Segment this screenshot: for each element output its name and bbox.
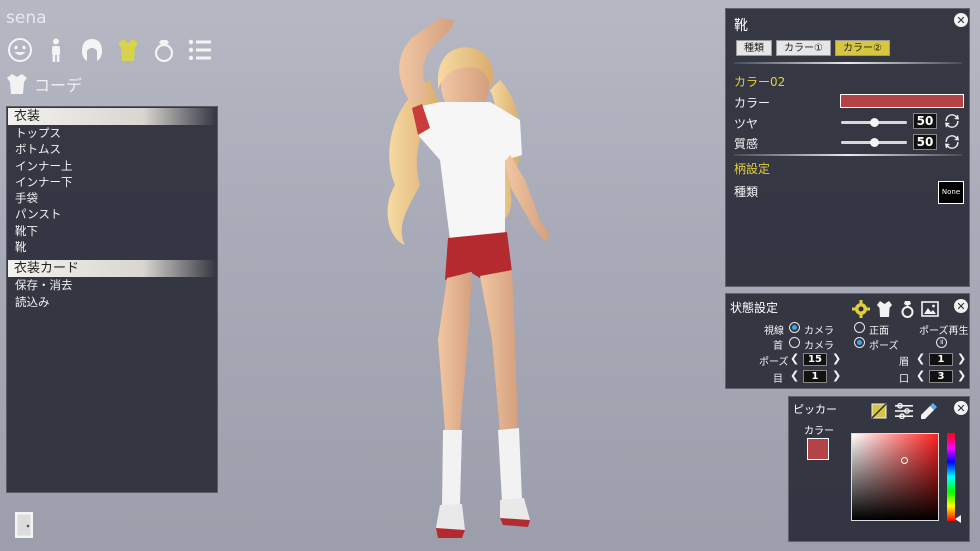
- accessory-state-icon[interactable]: [900, 300, 915, 318]
- shoes-panel: 靴 ✕ 種類 カラー① カラー② カラー02 カラー ツヤ 50 質感 50 柄…: [725, 8, 970, 287]
- eyebrow-label: 眉: [899, 357, 909, 368]
- menu-item-inner-top[interactable]: インナー上: [8, 158, 216, 174]
- tab-type[interactable]: 種類: [736, 40, 772, 56]
- eyebrow-next-icon[interactable]: ❯: [957, 353, 966, 365]
- divider: [734, 154, 962, 156]
- accessory-icon[interactable]: [150, 36, 178, 64]
- panel-title: 状態設定: [730, 301, 779, 315]
- pattern-type-label: 種類: [734, 185, 759, 199]
- menu-item-tops[interactable]: トップス: [8, 125, 216, 141]
- mouth-next-icon[interactable]: ❯: [957, 370, 966, 382]
- clothing-state-icon[interactable]: [876, 300, 893, 318]
- neck-label: 首: [773, 341, 783, 352]
- neck-pose-label: ポーズ: [869, 341, 899, 352]
- menu-section-clothing: 衣装: [8, 108, 216, 125]
- neck-pose-radio[interactable]: [854, 337, 865, 348]
- gaze-front-radio[interactable]: [854, 322, 865, 333]
- section-pattern: 柄設定: [734, 162, 771, 176]
- gloss-reset-icon[interactable]: [944, 113, 960, 129]
- tab-color-1[interactable]: カラー①: [776, 40, 831, 56]
- shoes-tabs: 種類 カラー① カラー②: [736, 40, 890, 56]
- gaze-label: 視線: [764, 326, 784, 337]
- pose-label: ポーズ: [759, 357, 789, 368]
- gloss-label: ツヤ: [734, 117, 759, 131]
- eyedropper-icon[interactable]: [920, 402, 938, 420]
- close-icon[interactable]: ✕: [954, 299, 968, 313]
- face-icon[interactable]: [6, 36, 34, 64]
- texture-reset-icon[interactable]: [944, 134, 960, 150]
- pose-value[interactable]: 15: [803, 353, 827, 366]
- settings-list-icon[interactable]: [186, 36, 214, 64]
- gaze-camera-radio[interactable]: [789, 322, 800, 333]
- panel-title: 靴: [734, 18, 748, 34]
- shirt-icon: [7, 74, 27, 94]
- hue-slider[interactable]: [947, 433, 955, 521]
- hair-icon[interactable]: [78, 36, 106, 64]
- pose-next-icon[interactable]: ❯: [832, 353, 841, 365]
- divider: [734, 62, 962, 64]
- eye-label: 目: [773, 374, 783, 385]
- shoe-color-swatch[interactable]: [840, 94, 964, 108]
- texture-slider-thumb[interactable]: [870, 138, 879, 147]
- gloss-slider-thumb[interactable]: [870, 118, 879, 127]
- character-name: sena: [6, 8, 47, 28]
- menu-item-bottoms[interactable]: ボトムス: [8, 141, 216, 157]
- hue-slider-handle[interactable]: [955, 515, 961, 523]
- gear-icon[interactable]: [852, 300, 870, 318]
- eyebrow-prev-icon[interactable]: ❮: [916, 353, 925, 365]
- mouth-value[interactable]: 3: [929, 370, 953, 383]
- character-model[interactable]: [300, 10, 630, 550]
- menu-item-load[interactable]: 読込み: [8, 294, 216, 310]
- saturation-value-area[interactable]: [851, 433, 939, 521]
- eye-value[interactable]: 1: [803, 370, 827, 383]
- section-color-02: カラー02: [734, 75, 786, 89]
- texture-value[interactable]: 50: [913, 134, 937, 150]
- pose-play-label: ポーズ再生: [919, 326, 969, 337]
- image-icon[interactable]: [921, 300, 939, 318]
- neck-camera-radio[interactable]: [789, 337, 800, 348]
- eyebrow-value[interactable]: 1: [929, 353, 953, 366]
- mouth-label: 口: [899, 374, 909, 385]
- panel-title: ピッカー: [793, 403, 837, 416]
- gloss-value[interactable]: 50: [913, 113, 937, 129]
- tab-color-2[interactable]: カラー②: [834, 40, 890, 56]
- clothes-icon[interactable]: [114, 36, 142, 64]
- body-icon[interactable]: [42, 36, 70, 64]
- mouth-prev-icon[interactable]: ❮: [916, 370, 925, 382]
- pose-prev-icon[interactable]: ❮: [790, 353, 799, 365]
- gaze-camera-label: カメラ: [804, 326, 834, 337]
- color-label: カラー: [734, 96, 771, 110]
- menu-section-clothing-card: 衣装カード: [8, 260, 216, 278]
- sliders-icon[interactable]: [894, 403, 914, 419]
- color-swatch-mode-icon[interactable]: [871, 403, 887, 419]
- gaze-front-label: 正面: [869, 326, 889, 337]
- current-color-swatch: [807, 438, 829, 460]
- coord-label: コーデ: [34, 76, 83, 95]
- close-icon[interactable]: ✕: [954, 401, 968, 415]
- texture-label: 質感: [734, 137, 759, 151]
- color-picker-panel: ピッカー ✕ カラー: [788, 396, 970, 542]
- sv-cursor[interactable]: [901, 457, 908, 464]
- picker-color-label: カラー: [804, 426, 834, 437]
- menu-item-inner-bottom[interactable]: インナー下: [8, 174, 216, 190]
- menu-item-shoes[interactable]: 靴: [8, 239, 216, 255]
- eye-prev-icon[interactable]: ❮: [790, 370, 799, 382]
- menu-item-pantyhose[interactable]: パンスト: [8, 206, 216, 222]
- coord-header: コーデ: [6, 72, 82, 96]
- pattern-select-button[interactable]: None: [938, 181, 964, 204]
- eye-next-icon[interactable]: ❯: [832, 370, 841, 382]
- menu-item-gloves[interactable]: 手袋: [8, 190, 216, 206]
- pause-icon[interactable]: ॥: [936, 337, 947, 348]
- category-bar: [6, 36, 214, 64]
- neck-camera-label: カメラ: [804, 341, 834, 352]
- menu-item-socks[interactable]: 靴下: [8, 223, 216, 239]
- clothing-menu: 衣装 トップス ボトムス インナー上 インナー下 手袋 パンスト 靴下 靴 衣装…: [6, 106, 218, 493]
- menu-item-save-delete[interactable]: 保存・消去: [8, 277, 216, 293]
- state-panel: 状態設定 ✕ 視線 カメラ 正面 ポーズ再生 首 カメラ ポーズ ॥ ポーズ ❮…: [725, 293, 970, 389]
- close-icon[interactable]: ✕: [954, 13, 968, 27]
- exit-door-icon[interactable]: [13, 510, 35, 540]
